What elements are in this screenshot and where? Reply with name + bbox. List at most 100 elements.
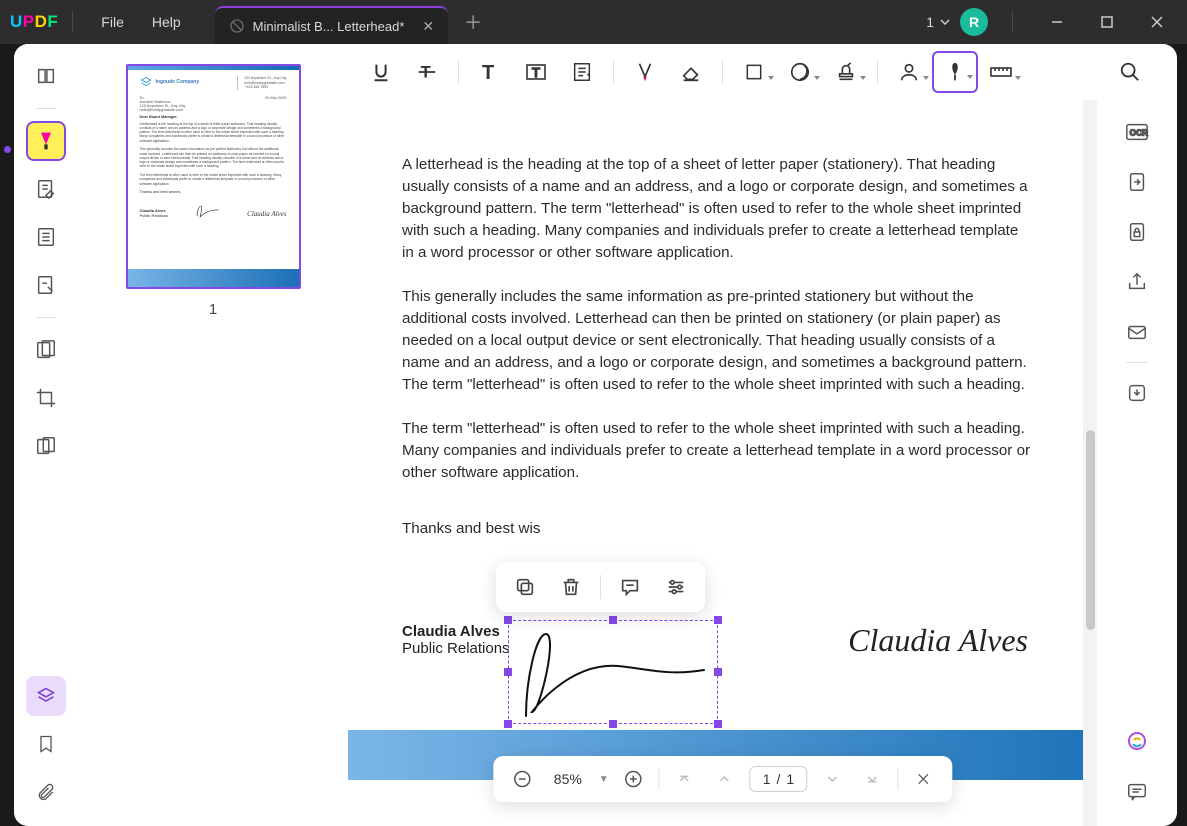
chevron-down-icon <box>940 19 950 25</box>
signature-person-button[interactable] <box>886 51 932 93</box>
next-page-button[interactable] <box>817 764 847 794</box>
redact-button[interactable] <box>26 330 66 370</box>
resize-handle-tm[interactable] <box>609 616 617 624</box>
tab-close-icon[interactable]: ✕ <box>422 18 434 35</box>
zoom-in-button[interactable] <box>619 764 649 794</box>
comment-button[interactable] <box>613 570 647 604</box>
window-maximize-button[interactable] <box>1087 2 1127 42</box>
search-button[interactable] <box>1107 51 1153 93</box>
thumb-company: Ingoude Company <box>156 79 200 85</box>
svg-text:OCR: OCR <box>1130 128 1148 138</box>
document-page[interactable]: A letterhead is the heading at the top o… <box>348 100 1088 826</box>
thumbnails-toggle-button[interactable] <box>26 676 66 716</box>
first-page-button[interactable] <box>670 764 700 794</box>
ai-assistant-button[interactable] <box>1117 722 1157 762</box>
zoom-out-button[interactable] <box>507 764 537 794</box>
script-signature: Claudia Alves <box>848 622 1028 659</box>
copy-button[interactable] <box>508 570 542 604</box>
signature-row: Claudia Alves Public Relations Claudia A… <box>348 580 1088 700</box>
zoom-nav-bar: 85% ▼ 1 / 1 <box>493 756 952 802</box>
divider <box>877 59 878 85</box>
resize-handle-bl[interactable] <box>504 720 512 728</box>
left-sidebar <box>14 44 78 826</box>
signature-pen-button[interactable] <box>932 51 978 93</box>
page-number-box[interactable]: 1 / 1 <box>750 766 807 792</box>
delete-button[interactable] <box>554 570 588 604</box>
ruler-button[interactable] <box>978 51 1024 93</box>
thumbnail-page-number: 1 <box>209 301 217 318</box>
eraser-button[interactable] <box>668 51 714 93</box>
resize-handle-ml[interactable] <box>504 668 512 676</box>
paragraph-3: The term "letterhead" is often used to r… <box>348 418 1088 484</box>
window-count-num: 1 <box>926 14 934 30</box>
attachments-button[interactable] <box>26 772 66 812</box>
edit-mode-button[interactable] <box>26 169 66 209</box>
reader-mode-button[interactable] <box>26 56 66 96</box>
menu-help[interactable]: Help <box>138 8 195 36</box>
comments-panel-button[interactable] <box>1117 772 1157 812</box>
user-avatar[interactable]: R <box>960 8 988 36</box>
comment-mode-button[interactable] <box>26 121 66 161</box>
page-organize-button[interactable] <box>26 217 66 257</box>
window-count[interactable]: 1 <box>926 14 950 30</box>
close-zoombar-button[interactable] <box>908 764 938 794</box>
divider <box>897 768 898 790</box>
svg-text:T: T <box>482 62 494 84</box>
pencil-button[interactable] <box>622 51 668 93</box>
resize-handle-tl[interactable] <box>504 616 512 624</box>
add-tab-button[interactable]: ＋ <box>464 9 482 35</box>
save-button[interactable] <box>1117 373 1157 413</box>
protect-button[interactable] <box>1117 212 1157 252</box>
vertical-scrollbar[interactable] <box>1083 100 1097 826</box>
document-tab-icon <box>229 18 245 34</box>
window-minimize-button[interactable] <box>1037 2 1077 42</box>
fill-sign-button[interactable] <box>26 265 66 305</box>
thumbnail-panel: Ingoude Company 123 Anywhere St., Any Ci… <box>78 44 348 826</box>
resize-handle-br[interactable] <box>714 720 722 728</box>
sticker-button[interactable] <box>777 51 823 93</box>
shape-button[interactable] <box>731 51 777 93</box>
divider <box>600 575 601 599</box>
zoom-level-label[interactable]: 85% <box>547 771 589 787</box>
bookmarks-button[interactable] <box>26 724 66 764</box>
page-thumbnail-1[interactable]: Ingoude Company 123 Anywhere St., Any Ci… <box>126 64 301 289</box>
resize-handle-bm[interactable] <box>609 720 617 728</box>
crop-button[interactable] <box>26 378 66 418</box>
stamp-button[interactable] <box>823 51 869 93</box>
textbox-button[interactable]: T <box>513 51 559 93</box>
selected-signature-object[interactable] <box>508 620 718 724</box>
convert-button[interactable] <box>1117 162 1157 202</box>
underline-button[interactable] <box>358 51 404 93</box>
share-button[interactable] <box>1117 262 1157 302</box>
divider <box>72 12 73 32</box>
divider <box>36 317 56 318</box>
properties-button[interactable] <box>659 570 693 604</box>
thumb-contact: 123 Anywhere St., Any Cityhello@reallygr… <box>237 76 286 90</box>
note-button[interactable] <box>559 51 605 93</box>
text-button[interactable]: T <box>467 51 513 93</box>
divider <box>659 768 660 790</box>
ocr-button[interactable]: OCR <box>1117 112 1157 152</box>
divider <box>36 108 56 109</box>
annotation-toolbar: T T T <box>348 44 1097 100</box>
prev-page-button[interactable] <box>710 764 740 794</box>
document-tab[interactable]: Minimalist B... Letterhead* ✕ <box>215 6 448 44</box>
menu-file[interactable]: File <box>87 8 138 36</box>
email-button[interactable] <box>1117 312 1157 352</box>
divider <box>1012 12 1013 32</box>
resize-handle-tr[interactable] <box>714 616 722 624</box>
document-tab-title: Minimalist B... Letterhead* <box>253 19 405 34</box>
left-edge-indicator <box>4 146 11 153</box>
right-sidebar: OCR <box>1097 100 1177 826</box>
page-sep: / <box>777 771 781 787</box>
resize-handle-mr[interactable] <box>714 668 722 676</box>
window-close-button[interactable] <box>1137 2 1177 42</box>
compare-button[interactable] <box>26 426 66 466</box>
page-current: 1 <box>763 771 771 787</box>
last-page-button[interactable] <box>857 764 887 794</box>
workspace: Ingoude Company 123 Anywhere St., Any Ci… <box>14 44 1177 826</box>
zoom-dropdown-icon[interactable]: ▼ <box>599 774 609 785</box>
strikeout-button[interactable]: T <box>404 51 450 93</box>
scrollbar-thumb[interactable] <box>1086 430 1095 630</box>
divider <box>458 59 459 85</box>
